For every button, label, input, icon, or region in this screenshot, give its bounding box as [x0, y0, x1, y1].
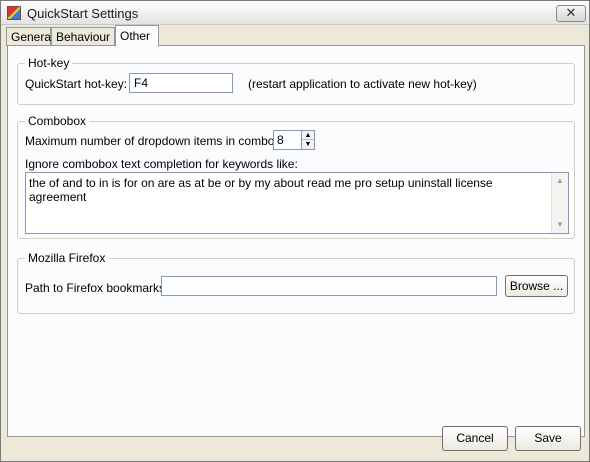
firefox-group: Mozilla Firefox Path to Firefox bookmark… — [17, 251, 575, 314]
tab-other-label: Other — [120, 29, 151, 43]
ignore-keywords-text: the of and to in is for on are as at be … — [29, 176, 493, 204]
combobox-group-title: Combobox — [25, 114, 90, 128]
tab-general[interactable]: General — [6, 27, 54, 46]
max-items-value: 8 — [277, 133, 284, 147]
firefox-path-label: Path to Firefox bookmarks: — [25, 281, 169, 295]
ignore-keywords-label: Ignore combobox text completion for keyw… — [25, 157, 298, 171]
scroll-down-arrow-icon[interactable]: ▼ — [552, 217, 568, 233]
save-button-label: Save — [534, 431, 562, 445]
tab-other[interactable]: Other — [115, 25, 159, 47]
close-icon: ✕ — [565, 5, 577, 20]
combobox-group: Combobox Maximum number of dropdown item… — [17, 114, 575, 239]
title-bar[interactable]: QuickStart Settings ✕ — [1, 1, 589, 25]
max-items-label: Maximum number of dropdown items in comb… — [25, 134, 298, 148]
firefox-group-title: Mozilla Firefox — [25, 251, 109, 265]
browse-button[interactable]: Browse ... — [505, 275, 568, 297]
tab-behaviour[interactable]: Behaviour — [51, 27, 115, 46]
hotkey-group-title: Hot-key — [25, 56, 73, 70]
spin-up-arrow-icon[interactable]: ▲ — [302, 131, 314, 140]
browse-button-label: Browse ... — [509, 279, 564, 293]
hotkey-input[interactable] — [129, 73, 233, 93]
max-items-input[interactable]: 8 — [273, 130, 302, 150]
window-title: QuickStart Settings — [27, 6, 139, 21]
settings-window: QuickStart Settings ✕ General Behaviour … — [0, 0, 590, 462]
cancel-button[interactable]: Cancel — [442, 426, 508, 451]
tab-general-label: General — [11, 30, 54, 44]
hotkey-group: Hot-key QuickStart hot-key: (restart app… — [17, 56, 575, 105]
tab-panel-other: Hot-key QuickStart hot-key: (restart app… — [7, 45, 585, 437]
firefox-path-input[interactable] — [161, 276, 497, 296]
save-button[interactable]: Save — [515, 426, 581, 451]
client-area: General Behaviour Other Hot-key QuickSta… — [1, 25, 589, 461]
hotkey-hint: (restart application to activate new hot… — [248, 77, 477, 91]
close-button[interactable]: ✕ — [556, 5, 586, 22]
ignore-keywords-textarea[interactable]: the of and to in is for on are as at be … — [25, 172, 569, 234]
spin-down-arrow-icon[interactable]: ▼ — [302, 140, 314, 149]
keywords-scrollbar[interactable]: ▲ ▼ — [551, 173, 568, 233]
scroll-up-arrow-icon[interactable]: ▲ — [552, 173, 568, 189]
cancel-button-label: Cancel — [456, 431, 494, 445]
tab-behaviour-label: Behaviour — [56, 30, 111, 44]
hotkey-label: QuickStart hot-key: — [25, 77, 128, 91]
app-icon — [7, 6, 21, 20]
max-items-spinner[interactable]: ▲ ▼ — [301, 130, 315, 150]
